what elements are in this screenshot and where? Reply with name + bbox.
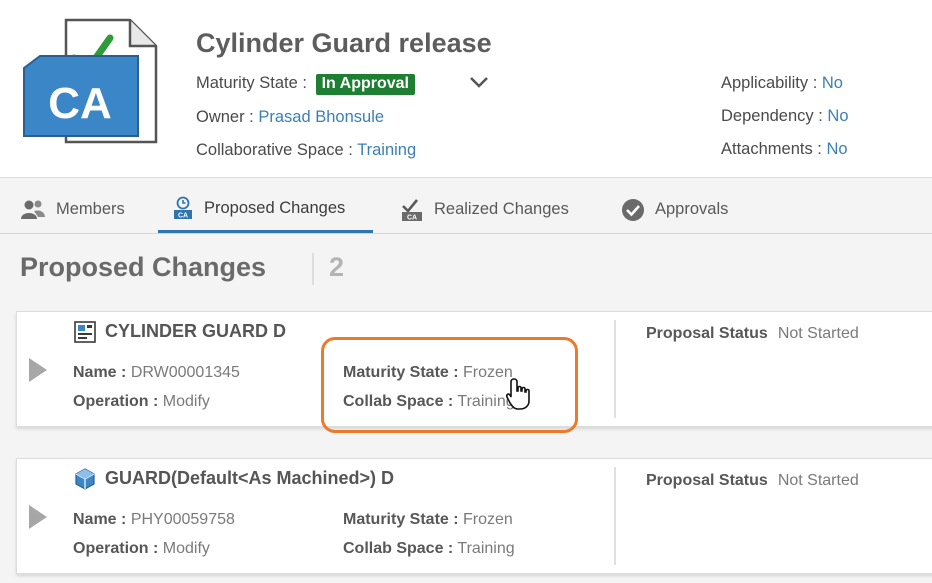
- proposal-status-label: Proposal Status: [646, 472, 768, 489]
- name-label: Name :: [73, 511, 127, 528]
- approvals-icon: [622, 198, 644, 221]
- proposal-status: Proposal Status Not Started: [646, 325, 859, 343]
- section-divider: [312, 253, 314, 285]
- operation-field: Operation : Modify: [73, 393, 210, 411]
- tab-members[interactable]: Members: [20, 186, 125, 233]
- expand-caret-icon[interactable]: [29, 358, 47, 382]
- tab-members-label: Members: [56, 200, 125, 218]
- realized-changes-icon: CA: [402, 198, 422, 221]
- part-icon: [75, 468, 95, 490]
- operation-label: Operation :: [73, 393, 159, 410]
- dependency-row: Dependency : No: [721, 107, 849, 126]
- applicability-label: Applicability :: [721, 74, 818, 92]
- attachments-link[interactable]: No: [826, 140, 847, 158]
- maturity-state-row: Maturity State : In Approval: [196, 74, 415, 95]
- tab-realized-changes[interactable]: CA Realized Changes: [400, 186, 569, 233]
- applicability-row: Applicability : No: [721, 74, 843, 93]
- section-count: 2: [329, 252, 345, 282]
- page-title: Cylinder Guard release: [196, 28, 492, 58]
- tab-approvals-label: Approvals: [655, 200, 729, 218]
- change-action-icon-text: CA: [48, 79, 112, 128]
- svg-text:CA: CA: [407, 214, 417, 221]
- proposal-status-value: Not Started: [777, 325, 859, 342]
- proposed-change-card[interactable]: GUARD(Default<As Machined>) D Name : PHY…: [16, 458, 932, 574]
- name-field: Name : DRW00001345: [73, 364, 240, 382]
- chevron-down-icon[interactable]: [468, 74, 490, 90]
- maturity-state-label: Maturity State :: [196, 74, 307, 92]
- name-value: PHY00059758: [130, 511, 235, 528]
- highlight-box: [321, 337, 578, 433]
- operation-label: Operation :: [73, 540, 159, 557]
- maturity-value: Frozen: [463, 511, 513, 528]
- collab-value: Training: [457, 540, 515, 557]
- change-action-icon: CA: [23, 18, 158, 144]
- operation-field: Operation : Modify: [73, 540, 210, 558]
- maturity-field: Maturity State : Frozen: [343, 511, 513, 529]
- name-field: Name : PHY00059758: [73, 511, 235, 529]
- change-action-header: CA Cylinder Guard release Maturity State…: [0, 0, 932, 178]
- proposed-changes-icon: CA: [174, 196, 192, 220]
- proposal-status-value: Not Started: [777, 472, 859, 489]
- operation-value: Modify: [162, 393, 210, 410]
- owner-row: Owner : Prasad Bhonsule: [196, 108, 384, 127]
- owner-link[interactable]: Prasad Bhonsule: [258, 108, 384, 126]
- section-title: Proposed Changes: [20, 252, 267, 282]
- svg-text:CA: CA: [178, 213, 188, 220]
- applicability-link[interactable]: No: [822, 74, 843, 92]
- card-divider: [614, 467, 616, 565]
- tab-approvals[interactable]: Approvals: [621, 186, 728, 233]
- collab-label: Collab Space :: [343, 540, 454, 557]
- proposal-status-label: Proposal Status: [646, 325, 768, 342]
- maturity-label: Maturity State :: [343, 511, 459, 528]
- tab-realized-changes-label: Realized Changes: [434, 200, 569, 218]
- drawing-icon: [74, 321, 96, 343]
- card-title[interactable]: GUARD(Default<As Machined>) D: [105, 468, 394, 489]
- dependency-link[interactable]: No: [827, 107, 848, 125]
- collab-space-label: Collaborative Space :: [196, 141, 353, 159]
- operation-value: Modify: [162, 540, 210, 557]
- name-value: DRW00001345: [130, 364, 240, 381]
- card-title[interactable]: CYLINDER GUARD D: [105, 321, 286, 342]
- maturity-state-badge[interactable]: In Approval: [315, 74, 415, 95]
- expand-caret-icon[interactable]: [29, 505, 47, 529]
- collab-field: Collab Space : Training: [343, 540, 515, 558]
- collab-space-link[interactable]: Training: [357, 141, 416, 159]
- hand-cursor-icon: [506, 378, 530, 410]
- tab-proposed-changes-label: Proposed Changes: [204, 198, 346, 217]
- members-icon: [21, 200, 45, 219]
- name-label: Name :: [73, 364, 127, 381]
- owner-label: Owner :: [196, 108, 254, 126]
- proposal-status: Proposal Status Not Started: [646, 472, 859, 490]
- collab-space-row: Collaborative Space : Training: [196, 141, 416, 160]
- attachments-row: Attachments : No: [721, 140, 848, 159]
- card-divider: [614, 320, 616, 418]
- tab-bar: Members CA Proposed Changes CA Realized …: [0, 186, 932, 234]
- tab-proposed-changes[interactable]: CA Proposed Changes: [158, 186, 373, 233]
- attachments-label: Attachments :: [721, 140, 822, 158]
- dependency-label: Dependency :: [721, 107, 823, 125]
